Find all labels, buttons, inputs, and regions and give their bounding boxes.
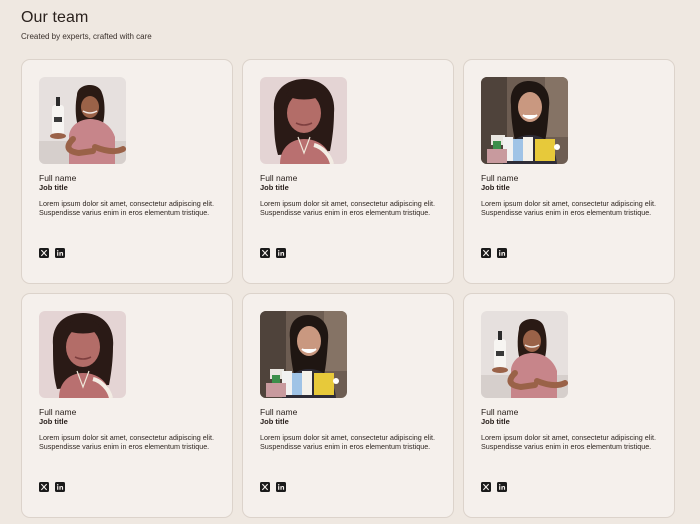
team-member-bio: Lorem ipsum dolor sit amet, consectetur … bbox=[260, 199, 435, 217]
social-links bbox=[481, 482, 507, 492]
team-member-job-title: Job title bbox=[481, 183, 510, 192]
linkedin-link[interactable] bbox=[497, 482, 507, 492]
team-member-card: Full name Job title Lorem ipsum dolor si… bbox=[21, 293, 233, 518]
team-member-job-title: Job title bbox=[260, 183, 289, 192]
portrait-image bbox=[481, 77, 568, 164]
team-member-card: Full name Job title Lorem ipsum dolor si… bbox=[21, 59, 233, 284]
team-member-name: Full name bbox=[481, 407, 519, 417]
x-twitter-link[interactable] bbox=[260, 248, 270, 258]
team-member-photo bbox=[260, 77, 347, 164]
page-subtitle: Created by experts, crafted with care bbox=[21, 32, 152, 41]
team-member-photo bbox=[260, 311, 347, 398]
team-member-card: Full name Job title Lorem ipsum dolor si… bbox=[242, 59, 454, 284]
team-member-name: Full name bbox=[260, 173, 298, 183]
team-member-bio: Lorem ipsum dolor sit amet, consectetur … bbox=[481, 433, 656, 451]
x-twitter-icon bbox=[39, 482, 49, 492]
x-twitter-icon bbox=[260, 248, 270, 258]
portrait-image bbox=[39, 311, 126, 398]
team-member-name: Full name bbox=[481, 173, 519, 183]
x-twitter-icon bbox=[481, 248, 491, 258]
team-member-bio: Lorem ipsum dolor sit amet, consectetur … bbox=[260, 433, 435, 451]
x-twitter-icon bbox=[260, 482, 270, 492]
linkedin-link[interactable] bbox=[276, 482, 286, 492]
linkedin-link[interactable] bbox=[276, 248, 286, 258]
team-member-bio: Lorem ipsum dolor sit amet, consectetur … bbox=[39, 433, 214, 451]
team-grid: Full name Job title Lorem ipsum dolor si… bbox=[21, 59, 675, 518]
linkedin-link[interactable] bbox=[497, 248, 507, 258]
x-twitter-link[interactable] bbox=[39, 482, 49, 492]
linkedin-icon bbox=[55, 248, 65, 258]
team-member-name: Full name bbox=[260, 407, 298, 417]
social-links bbox=[39, 248, 65, 258]
team-page: Our team Created by experts, crafted wit… bbox=[0, 0, 700, 524]
x-twitter-link[interactable] bbox=[260, 482, 270, 492]
team-member-bio: Lorem ipsum dolor sit amet, consectetur … bbox=[481, 199, 656, 217]
team-member-photo bbox=[39, 77, 126, 164]
team-member-bio: Lorem ipsum dolor sit amet, consectetur … bbox=[39, 199, 214, 217]
team-member-job-title: Job title bbox=[39, 417, 68, 426]
portrait-image bbox=[39, 77, 126, 164]
team-member-photo bbox=[39, 311, 126, 398]
social-links bbox=[481, 248, 507, 258]
social-links bbox=[39, 482, 65, 492]
team-member-card: Full name Job title Lorem ipsum dolor si… bbox=[242, 293, 454, 518]
team-member-name: Full name bbox=[39, 407, 77, 417]
team-member-name: Full name bbox=[39, 173, 77, 183]
x-twitter-link[interactable] bbox=[481, 248, 491, 258]
x-twitter-link[interactable] bbox=[39, 248, 49, 258]
team-member-card: Full name Job title Lorem ipsum dolor si… bbox=[463, 59, 675, 284]
section-header: Our team Created by experts, crafted wit… bbox=[21, 8, 152, 41]
team-member-photo bbox=[481, 77, 568, 164]
x-twitter-link[interactable] bbox=[481, 482, 491, 492]
linkedin-icon bbox=[276, 248, 286, 258]
linkedin-icon bbox=[497, 482, 507, 492]
linkedin-icon bbox=[276, 482, 286, 492]
linkedin-link[interactable] bbox=[55, 482, 65, 492]
team-member-photo bbox=[481, 311, 568, 398]
x-twitter-icon bbox=[481, 482, 491, 492]
x-twitter-icon bbox=[39, 248, 49, 258]
linkedin-link[interactable] bbox=[55, 248, 65, 258]
team-member-card: Full name Job title Lorem ipsum dolor si… bbox=[463, 293, 675, 518]
social-links bbox=[260, 248, 286, 258]
portrait-image bbox=[481, 311, 568, 398]
linkedin-icon bbox=[497, 248, 507, 258]
team-member-job-title: Job title bbox=[39, 183, 68, 192]
page-title: Our team bbox=[21, 9, 89, 26]
portrait-image bbox=[260, 77, 347, 164]
social-links bbox=[260, 482, 286, 492]
team-member-job-title: Job title bbox=[260, 417, 289, 426]
team-member-job-title: Job title bbox=[481, 417, 510, 426]
portrait-image bbox=[260, 311, 347, 398]
linkedin-icon bbox=[55, 482, 65, 492]
